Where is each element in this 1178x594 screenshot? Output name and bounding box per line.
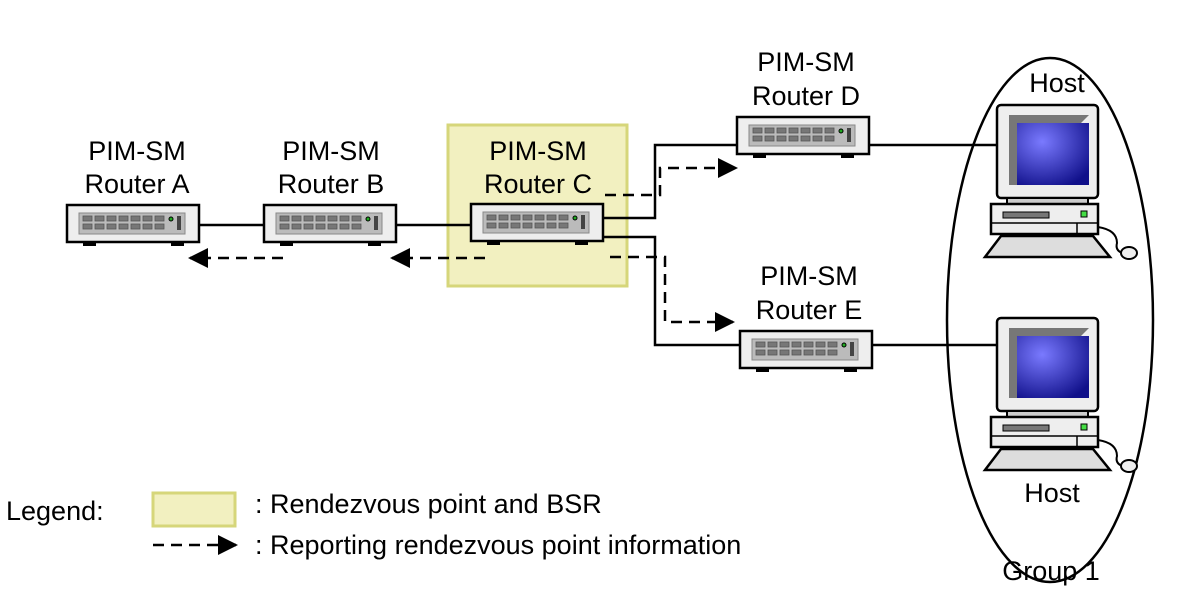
router-e-label-1: PIM-SM <box>760 261 858 291</box>
group-label: Group 1 <box>1002 556 1100 586</box>
router-c-icon <box>469 202 605 245</box>
legend-arrow-label: : Reporting rendezvous point information <box>255 530 741 560</box>
legend-title: Legend: <box>6 496 104 526</box>
pim-sm-diagram: PIM-SM Router A PIM-SM Router B PIM-SM R… <box>6 47 1155 586</box>
router-a-label-2: Router A <box>84 169 189 199</box>
router-b-label-2: Router B <box>278 169 385 199</box>
router-a-label-1: PIM-SM <box>88 136 186 166</box>
router-a-icon <box>65 203 201 246</box>
router-c-label-1: PIM-SM <box>489 136 587 166</box>
host-label-bottom: Host <box>1024 478 1080 508</box>
host-computer-icon <box>982 103 1138 260</box>
legend: Legend: : Rendezvous point and BSR : Rep… <box>6 489 741 560</box>
router-e-label-2: Router E <box>756 295 863 325</box>
router-b-icon <box>262 203 398 246</box>
router-d-label-2: Router D <box>752 81 860 111</box>
router-b-label-1: PIM-SM <box>282 136 380 166</box>
router-d-icon <box>735 115 871 158</box>
router-e-icon <box>738 329 874 372</box>
legend-rp-swatch <box>151 491 237 528</box>
router-d-label-1: PIM-SM <box>757 47 855 77</box>
legend-rp-label: : Rendezvous point and BSR <box>255 489 602 519</box>
router-c-label-2: Router C <box>484 169 592 199</box>
host-label-top: Host <box>1029 68 1085 98</box>
host-computer-icon <box>982 316 1138 473</box>
